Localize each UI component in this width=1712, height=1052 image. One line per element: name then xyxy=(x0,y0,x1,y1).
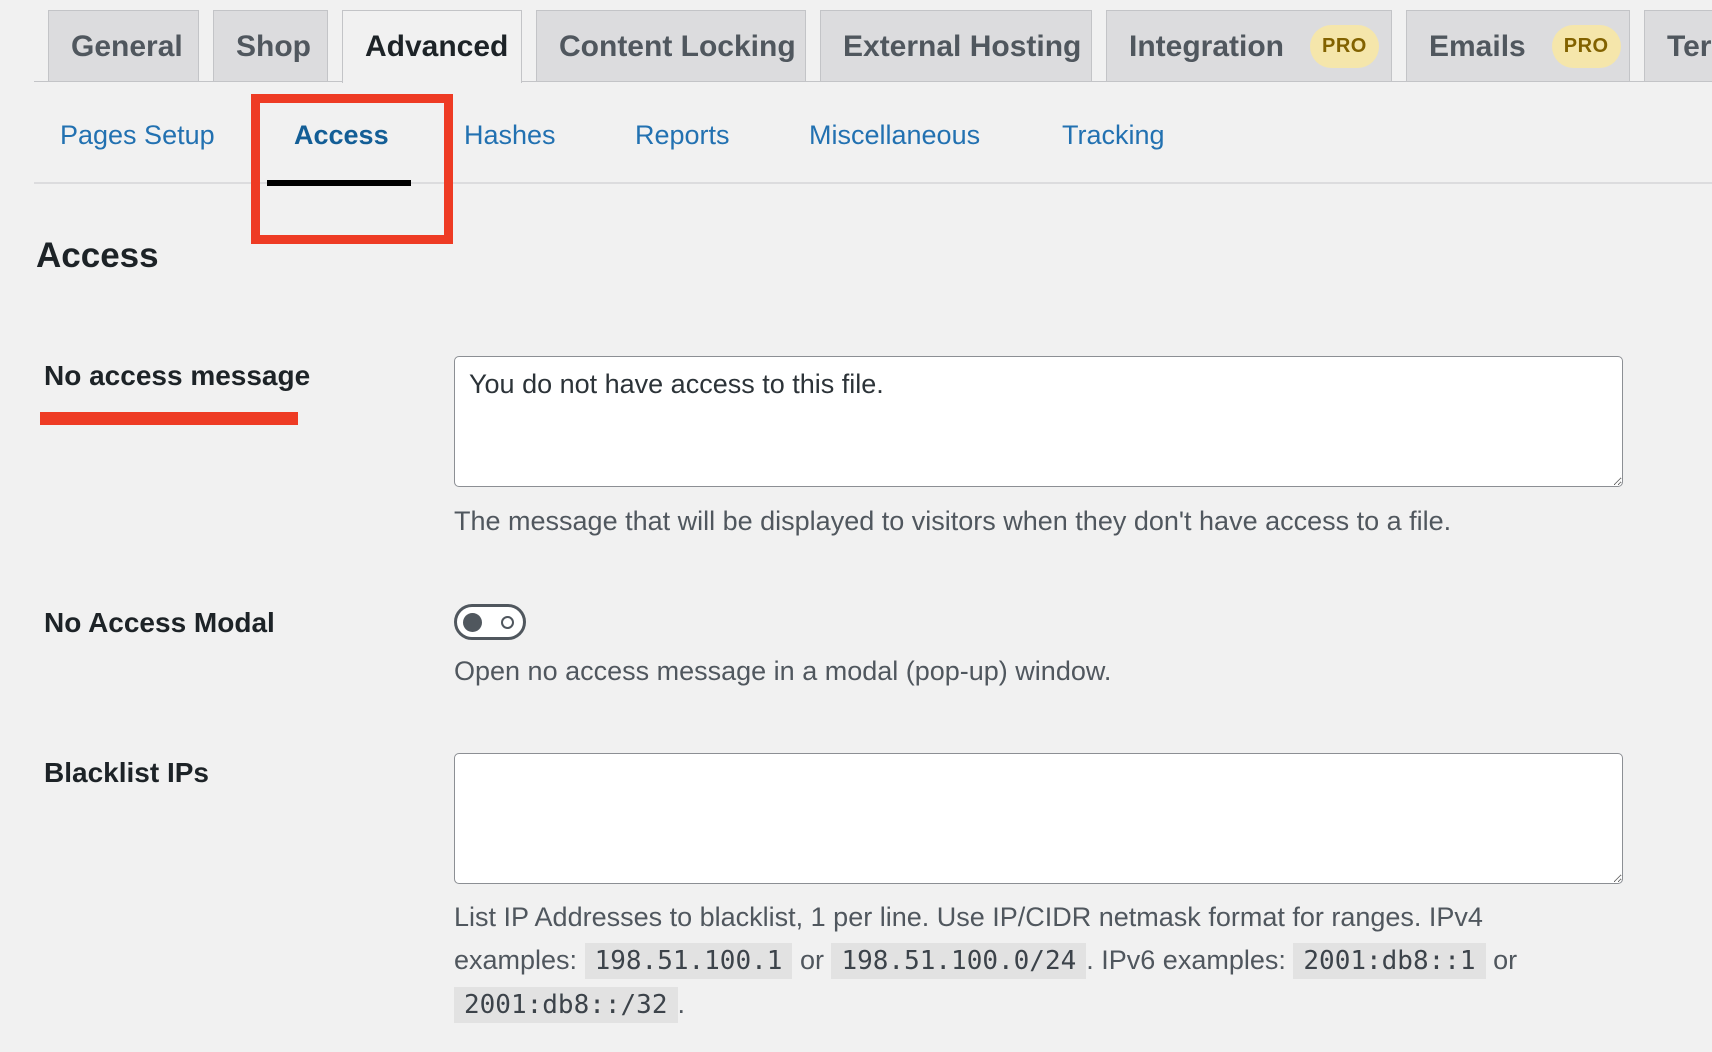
help-text: . IPv6 examples: xyxy=(1086,945,1286,975)
tab-label: Integration xyxy=(1129,29,1284,63)
section-title: Access xyxy=(36,236,159,275)
ipv6-example: 2001:db8::1 xyxy=(1293,943,1486,979)
annotation-highlight-box xyxy=(251,94,453,244)
tab-advanced[interactable]: Advanced xyxy=(342,10,522,83)
blacklist-ips-help: List IP Addresses to blacklist, 1 per li… xyxy=(454,896,1654,1027)
blacklist-help-line-1: List IP Addresses to blacklist, 1 per li… xyxy=(454,902,1483,932)
no-access-message-label: No access message xyxy=(44,360,311,391)
tab-label: General xyxy=(71,29,183,63)
blacklist-help-line-3: 2001:db8::/32. xyxy=(454,983,1654,1027)
tab-integration[interactable]: Integration PRO xyxy=(1106,10,1392,82)
tab-general[interactable]: General xyxy=(48,10,199,82)
tab-label: Advanced xyxy=(365,30,509,63)
pro-badge: PRO xyxy=(1310,25,1379,68)
tab-truncated[interactable]: Ter xyxy=(1644,10,1712,82)
tab-label: Emails xyxy=(1429,29,1526,63)
subnav-miscellaneous[interactable]: Miscellaneous xyxy=(809,120,980,151)
no-access-message-help: The message that will be displayed to vi… xyxy=(454,506,1452,536)
ipv6-cidr-example: 2001:db8::/32 xyxy=(454,987,678,1023)
no-access-modal-label: No Access Modal xyxy=(44,607,275,638)
no-access-message-textarea[interactable]: You do not have access to this file. xyxy=(454,356,1623,487)
help-text: examples: xyxy=(454,945,578,975)
annotation-underline xyxy=(40,412,298,425)
help-text: or xyxy=(1493,945,1518,975)
help-text: . xyxy=(677,989,686,1019)
tab-external-hosting[interactable]: External Hosting xyxy=(820,10,1092,82)
ipv4-cidr-example: 198.51.100.0/24 xyxy=(831,943,1087,979)
tab-shop[interactable]: Shop xyxy=(213,10,328,82)
top-tab-bar: General Shop Advanced Content Locking Ex… xyxy=(0,0,1712,83)
help-text: or xyxy=(799,945,824,975)
tab-label: Shop xyxy=(236,29,311,63)
toggle-knob xyxy=(463,613,482,632)
subnav-pages-setup[interactable]: Pages Setup xyxy=(60,120,215,151)
ipv4-example: 198.51.100.1 xyxy=(584,943,793,979)
subnav-tracking[interactable]: Tracking xyxy=(1062,120,1165,151)
blacklist-ips-label: Blacklist IPs xyxy=(44,757,209,788)
no-access-modal-toggle[interactable] xyxy=(454,604,526,640)
pro-badge: PRO xyxy=(1551,25,1621,68)
blacklist-ips-textarea[interactable] xyxy=(454,753,1623,884)
tab-label: Content Locking xyxy=(559,29,796,63)
blacklist-help-line-2: examples: 198.51.100.1 or 198.51.100.0/2… xyxy=(454,939,1654,983)
toggle-off-indicator xyxy=(501,616,514,629)
tab-label: External Hosting xyxy=(843,29,1082,63)
no-access-modal-help: Open no access message in a modal (pop-u… xyxy=(454,656,1112,686)
subnav-hashes[interactable]: Hashes xyxy=(464,120,556,151)
tab-emails[interactable]: Emails PRO xyxy=(1406,10,1630,82)
subnav-reports[interactable]: Reports xyxy=(635,120,730,151)
tab-content-locking[interactable]: Content Locking xyxy=(536,10,806,82)
tab-label: Ter xyxy=(1667,29,1712,63)
